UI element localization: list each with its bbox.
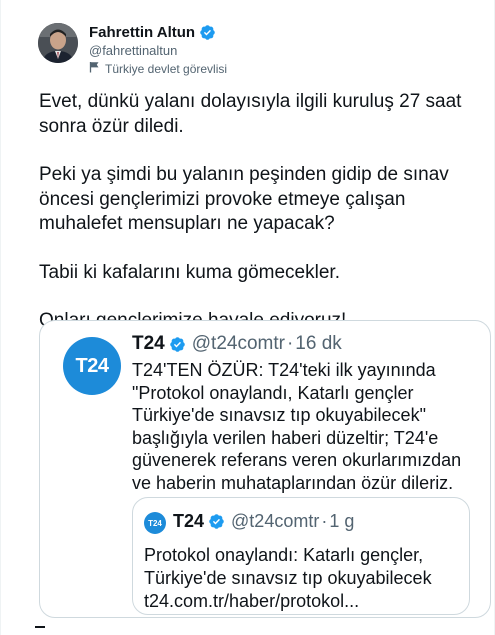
government-label[interactable]: Türkiye devlet görevlisi: [89, 61, 227, 76]
tweet-paragraph: Tabii ki kafalarını kuma gömecekler.: [39, 261, 340, 283]
government-label-text: Türkiye devlet görevlisi: [105, 61, 228, 76]
nested-author-name: T24: [173, 511, 205, 531]
nested-quoted-tweet[interactable]: T24 T24 @t24comtr · 1 g Protokol onaylan…: [132, 497, 470, 615]
quoted-tweet-text: T24'TEN ÖZÜR: T24'teki ilk yayınında "Pr…: [132, 360, 462, 493]
author-name[interactable]: Fahrettin Altun: [89, 24, 195, 41]
nested-text-line: Türkiye'de sınavsız tıp okuyabilecek: [144, 568, 432, 588]
nested-timestamp: 1 g: [329, 511, 355, 531]
cropped-glyph: [35, 626, 45, 635]
tweet-text: Evet, dünkü yalanı dolayısıyla ilgili ku…: [39, 90, 489, 358]
tweet-paragraph: Evet, dünkü yalanı dolayısıyla ilgili ku…: [39, 91, 462, 137]
tweet-card: Fahrettin Altun @fahrettinaltun Türkiye …: [0, 0, 495, 635]
quoted-author-handle: @t24comtr: [191, 333, 285, 354]
t24-avatar: T24: [144, 512, 166, 534]
tweet-paragraph: Peki ya şimdi bu yalanın peşinden gidip …: [39, 164, 449, 234]
verified-badge-icon: [199, 24, 216, 41]
nested-tweet-header: T24 @t24comtr · 1 g: [173, 511, 354, 532]
verified-badge-icon: [208, 513, 225, 530]
quoted-tweet[interactable]: T24 T24 @t24comtr · 16 dk T24'TEN ÖZÜR: …: [39, 320, 491, 618]
quoted-tweet-header: T24 @t24comtr · 16 dk: [132, 333, 342, 355]
nested-link[interactable]: t24.com.tr/haber/protokol...: [144, 590, 464, 613]
author-handle[interactable]: @fahrettinaltun: [89, 43, 177, 58]
nested-tweet-text: Protokol onaylandı: Katarlı gençler, Tür…: [144, 544, 464, 613]
flag-icon: [89, 61, 100, 76]
nested-text-line: Protokol onaylandı: Katarlı gençler,: [144, 545, 424, 565]
quoted-author-name: T24: [132, 333, 165, 354]
t24-avatar: T24: [63, 337, 121, 395]
separator-dot: ·: [286, 333, 294, 354]
nested-author-handle: @t24comtr: [231, 511, 320, 531]
separator-dot: ·: [321, 511, 328, 531]
verified-badge-icon: [169, 336, 186, 353]
author-avatar[interactable]: [38, 23, 78, 63]
quoted-timestamp: 16 dk: [295, 333, 342, 354]
author-name-line: Fahrettin Altun: [89, 24, 216, 41]
